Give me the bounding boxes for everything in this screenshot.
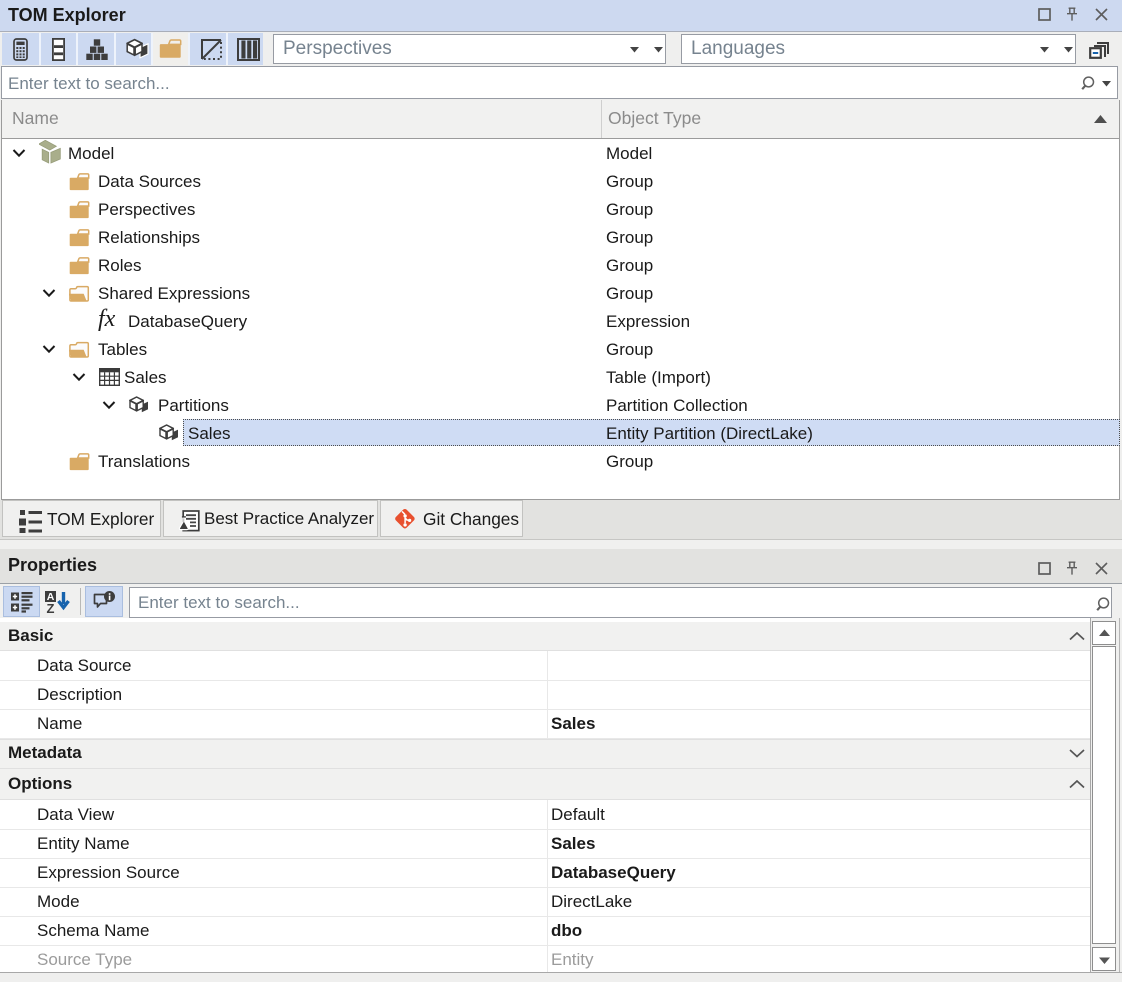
- svg-text:Z: Z: [47, 601, 55, 614]
